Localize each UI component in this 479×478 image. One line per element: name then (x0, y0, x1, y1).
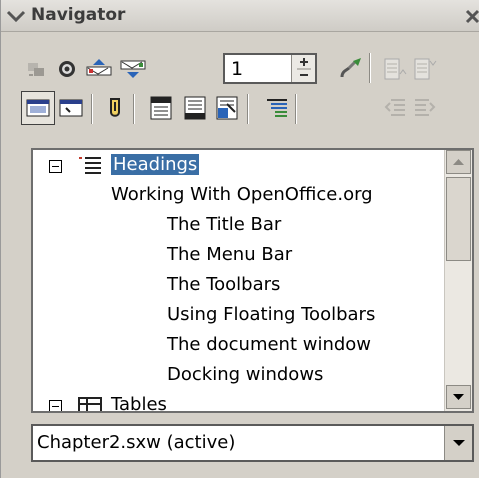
headings-icon (77, 155, 103, 179)
collapse-tables-icon[interactable] (49, 400, 62, 411)
header-icon[interactable] (147, 94, 175, 122)
navigator-window: Navigator 1 Headings Working With OpenOf… (0, 0, 479, 478)
scroll-thumb[interactable] (446, 177, 471, 261)
toolbar-separator (247, 94, 249, 124)
window-bottom-edge (1, 466, 479, 478)
tables-icon (77, 396, 103, 411)
anchor-text-icon[interactable] (213, 94, 241, 122)
scroll-down-icon[interactable] (446, 385, 471, 409)
page-number-value[interactable]: 1 (231, 58, 243, 80)
footer-icon[interactable] (181, 94, 209, 122)
collapse-headings-icon[interactable] (49, 160, 62, 173)
drag-mode-icon[interactable] (337, 55, 365, 83)
tree-item[interactable]: The Menu Bar (167, 240, 292, 270)
toolbar-separator (369, 53, 371, 83)
document-select-value: Chapter2.sxw (active) (37, 432, 236, 453)
window-title: Navigator (31, 5, 126, 25)
tree-item-label: Tables (111, 394, 167, 411)
title-bar: Navigator (1, 0, 479, 32)
tree-item-label: Working With OpenOffice.org (111, 184, 373, 205)
demote-chapter-icon[interactable] (411, 94, 439, 122)
navigation-icon[interactable] (53, 55, 81, 83)
toolbar-separator (133, 94, 135, 124)
tree-item-label: Headings (111, 154, 200, 175)
set-reminder-icon[interactable] (101, 94, 129, 122)
close-icon[interactable] (463, 6, 479, 26)
tree-item[interactable]: The Toolbars (167, 270, 280, 300)
tree-item-label: Using Floating Toolbars (167, 304, 376, 325)
tree-item-label: Docking windows (167, 364, 324, 385)
tree-item-label: The document window (167, 334, 372, 355)
tree-item[interactable]: The Title Bar (167, 210, 281, 240)
tree-item[interactable]: The document window (167, 330, 371, 360)
tree-item[interactable]: Docking windows (167, 360, 323, 390)
next-icon[interactable] (119, 55, 147, 83)
toolbar-separator (295, 94, 297, 124)
promote-chapter-icon[interactable] (381, 94, 409, 122)
tree-item[interactable]: Working With OpenOffice.org (111, 180, 373, 210)
spin-buttons[interactable] (291, 55, 315, 82)
tree-item[interactable]: Using Floating Toolbars (167, 300, 375, 330)
tree-item-label: The Title Bar (167, 214, 282, 235)
demote-level-icon[interactable] (411, 55, 439, 83)
toolbar-separator (91, 94, 93, 124)
promote-level-icon[interactable] (381, 55, 409, 83)
scroll-up-icon[interactable] (446, 150, 471, 174)
list-box-icon[interactable] (57, 94, 85, 122)
navigator-toolbar: 1 (1, 33, 479, 133)
content-tree[interactable]: Headings Working With OpenOffice.org The… (31, 148, 474, 413)
tree-item-headings[interactable]: Headings (111, 150, 200, 180)
tree-item-tables[interactable]: Tables (111, 390, 167, 411)
page-number-spinbox[interactable]: 1 (223, 53, 317, 84)
tree-item-label: The Menu Bar (167, 244, 293, 265)
previous-icon[interactable] (85, 55, 113, 83)
heading-levels-icon[interactable] (263, 94, 291, 122)
toggle-icon[interactable] (23, 55, 51, 83)
tree-item-label: The Toolbars (167, 274, 281, 295)
content-view-icon[interactable] (24, 94, 52, 122)
tree-scrollbar[interactable] (444, 150, 472, 411)
chevron-down-icon[interactable] (444, 426, 472, 460)
window-menu-icon[interactable] (5, 6, 27, 26)
tree-viewport: Headings Working With OpenOffice.org The… (33, 150, 444, 411)
document-select[interactable]: Chapter2.sxw (active) (31, 424, 474, 462)
